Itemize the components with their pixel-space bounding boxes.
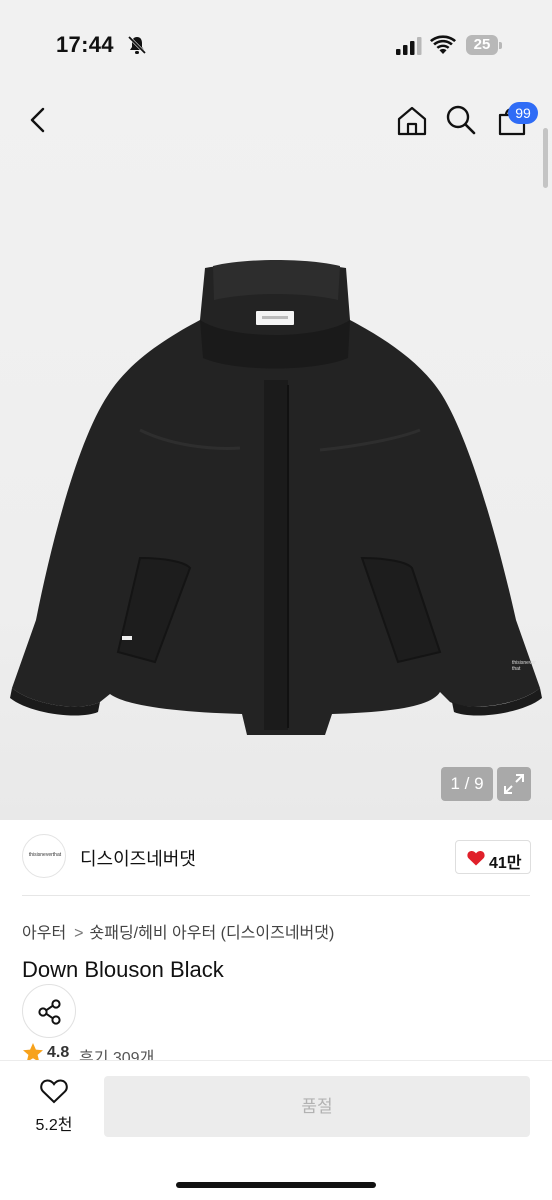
scroll-indicator (543, 128, 548, 188)
breadcrumb-separator: > (74, 925, 84, 942)
expand-icon (504, 774, 524, 794)
brand-like-count: 41만 (489, 855, 522, 872)
brand-like-button[interactable]: 41만 (455, 840, 531, 874)
product-image-jacket: thisisnever that (10, 260, 542, 735)
home-indicator (176, 1182, 376, 1188)
search-icon[interactable] (444, 103, 478, 137)
sold-out-button[interactable]: 품절 (104, 1076, 530, 1137)
status-bar: 17:44 25 (0, 0, 552, 90)
wishlist-button[interactable]: 5.2천 (22, 1076, 86, 1136)
battery-level: 25 (473, 36, 491, 53)
heart-filled-icon (467, 850, 485, 866)
brand-name[interactable]: 디스이즈네버댓 (80, 845, 196, 871)
battery-cap (499, 42, 502, 49)
breadcrumb-item-category[interactable]: 숏패딩/헤비 아우터 (디스이즈네버댓) (90, 919, 335, 943)
battery-icon: 25 (466, 35, 502, 55)
signal-icon (396, 37, 422, 55)
breadcrumb-item-outer[interactable]: 아우터 (22, 919, 66, 943)
share-icon (38, 999, 61, 1025)
bell-slash-icon (127, 35, 147, 55)
expand-image-button[interactable] (497, 767, 531, 801)
divider (22, 895, 530, 896)
wifi-icon (430, 35, 456, 54)
brand-logo[interactable]: thisisneverthat (22, 834, 66, 878)
product-title: Down Blouson Black (22, 957, 224, 982)
home-icon[interactable] (394, 103, 430, 139)
breadcrumb: 아우터 > 숏패딩/헤비 아우터 (디스이즈네버댓) (22, 919, 334, 943)
cart-count-badge: 99 (508, 102, 538, 124)
chevron-left-icon[interactable] (22, 102, 54, 138)
heart-outline-icon (40, 1079, 68, 1104)
brand-row[interactable]: thisisneverthat 디스이즈네버댓 41만 (22, 834, 532, 882)
share-button[interactable] (22, 984, 76, 1038)
status-time: 17:44 (56, 32, 114, 57)
image-page-counter: 1 / 9 (441, 767, 493, 801)
svg-text:that: that (512, 666, 521, 672)
brand-logo-text: thisisneverthat (28, 852, 62, 858)
wishlist-count: 5.2천 (35, 1117, 73, 1134)
